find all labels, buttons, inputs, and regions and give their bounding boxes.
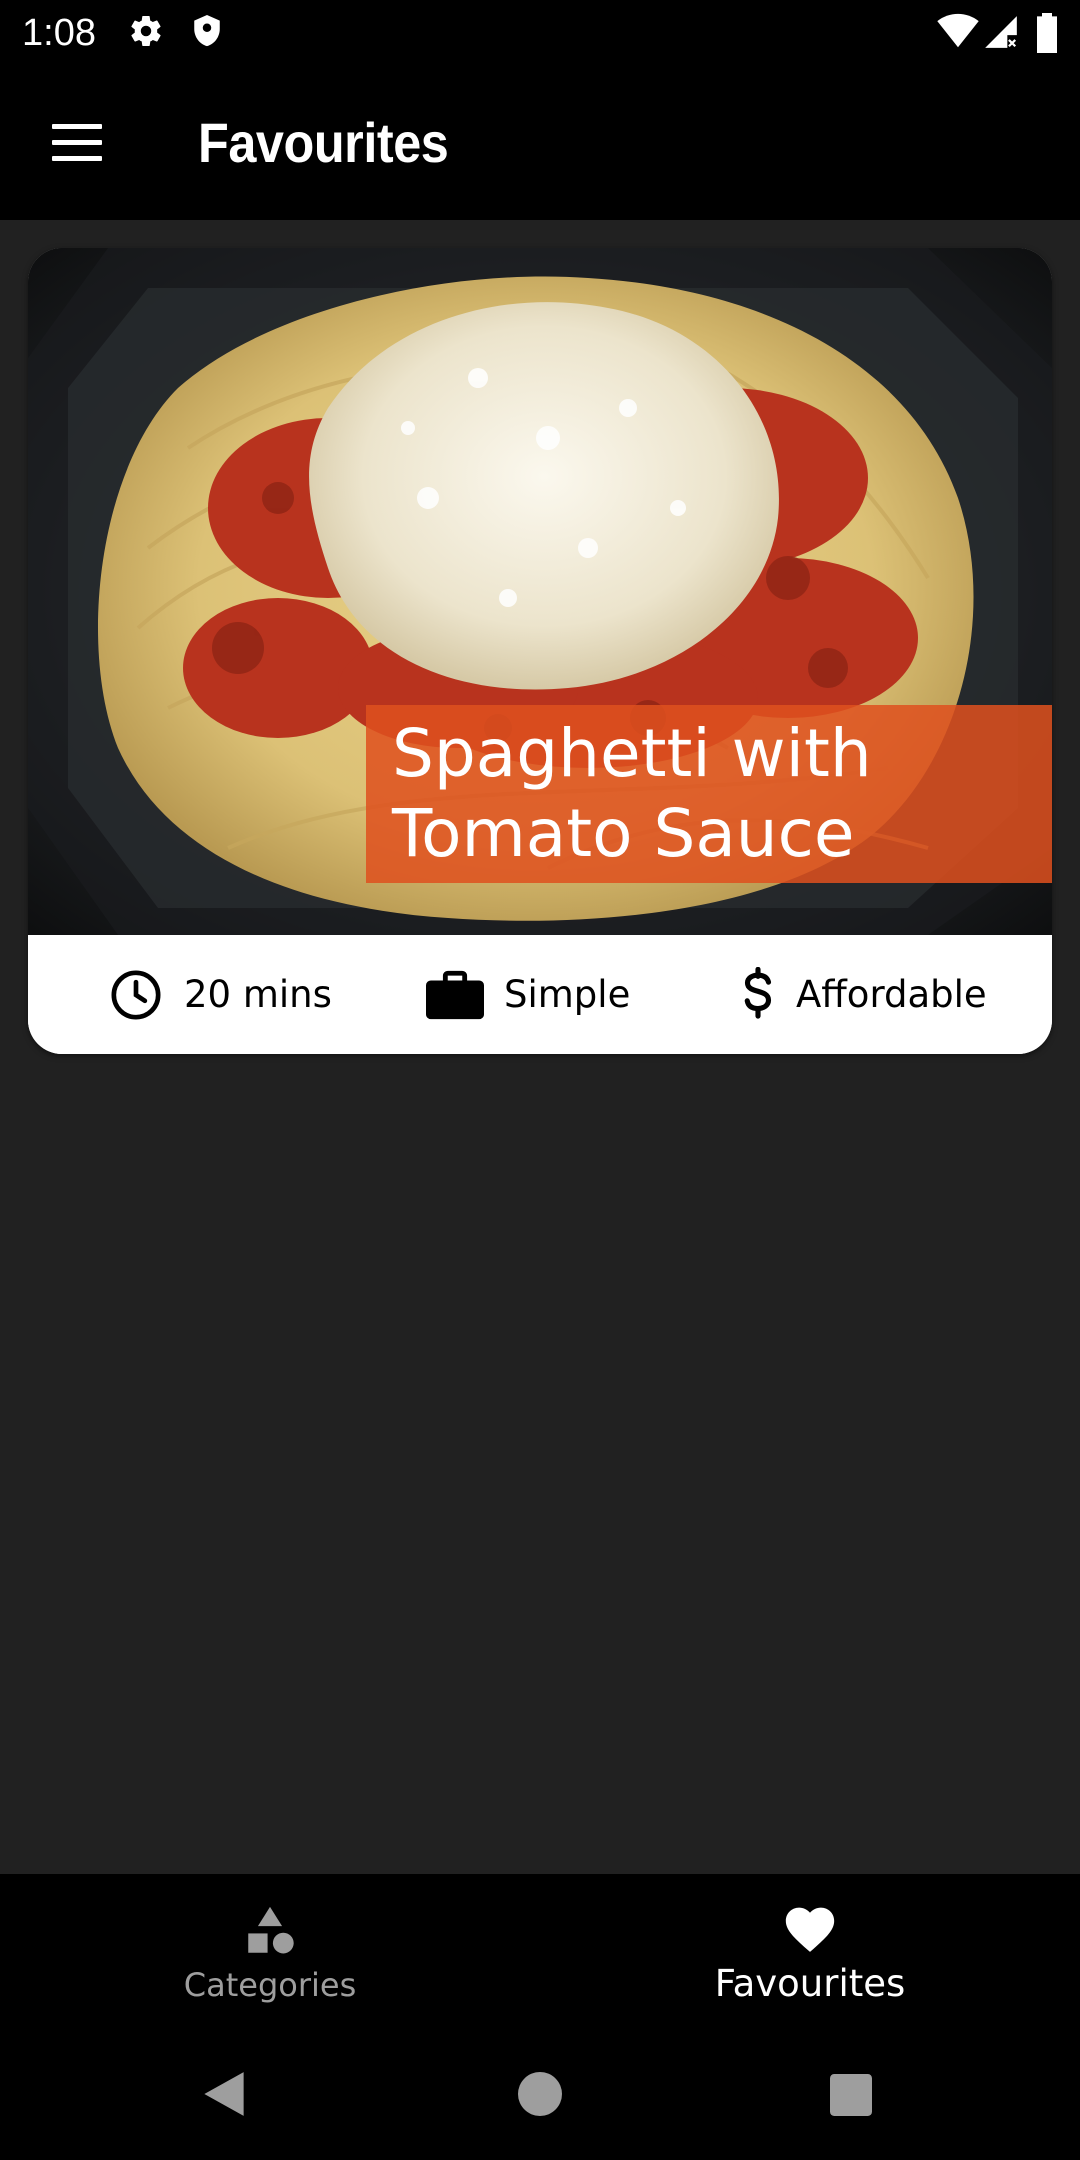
favourites-screen: 1:08 Favourites Spaghetti with Tomato Sa…: [0, 0, 1080, 2160]
recipe-title: Spaghetti with Tomato Sauce: [392, 715, 872, 872]
heart-icon: [785, 1907, 835, 1952]
system-navigation-bar: [0, 2028, 1080, 2160]
complexity-label: Simple: [504, 973, 631, 1016]
status-bar: 1:08: [0, 0, 1080, 66]
home-icon[interactable]: [518, 2072, 562, 2116]
duration-meta: 20 mins: [108, 935, 332, 1054]
affordability-meta: Affordable: [740, 935, 987, 1054]
briefcase-icon: [426, 970, 484, 1019]
battery-icon: [1037, 13, 1057, 53]
recipe-meta-row: 20 mins Simple Affordable: [28, 935, 1052, 1054]
nav-item-favourites[interactable]: Favourites: [540, 1874, 1080, 2028]
dollar-icon: [744, 966, 772, 1019]
nav-item-categories[interactable]: Categories: [0, 1874, 540, 2028]
duration-label: 20 mins: [184, 973, 332, 1016]
bottom-navigation: Categories Favourites: [0, 1874, 1080, 2028]
nav-label-categories: Categories: [183, 1966, 357, 2004]
category-shapes-icon: [248, 1906, 294, 1954]
app-bar: Favourites: [0, 66, 1080, 220]
gear-icon: [131, 16, 161, 47]
page-title: Favourites: [198, 111, 449, 174]
affordability-label: Affordable: [796, 973, 987, 1016]
status-time: 1:08: [22, 12, 96, 54]
wifi-icon: [937, 13, 979, 48]
complexity-meta: Simple: [426, 935, 630, 1054]
recents-icon[interactable]: [830, 2074, 872, 2116]
recipe-card[interactable]: Spaghetti with Tomato Sauce 20 mins Simp…: [28, 248, 1052, 1054]
signal-icon: [985, 16, 1017, 48]
hamburger-menu-icon[interactable]: [34, 108, 120, 178]
nav-label-favourites: Favourites: [714, 1962, 906, 2005]
shield-icon: [194, 15, 220, 47]
back-icon[interactable]: [202, 2070, 246, 2118]
clock-icon: [111, 970, 161, 1019]
